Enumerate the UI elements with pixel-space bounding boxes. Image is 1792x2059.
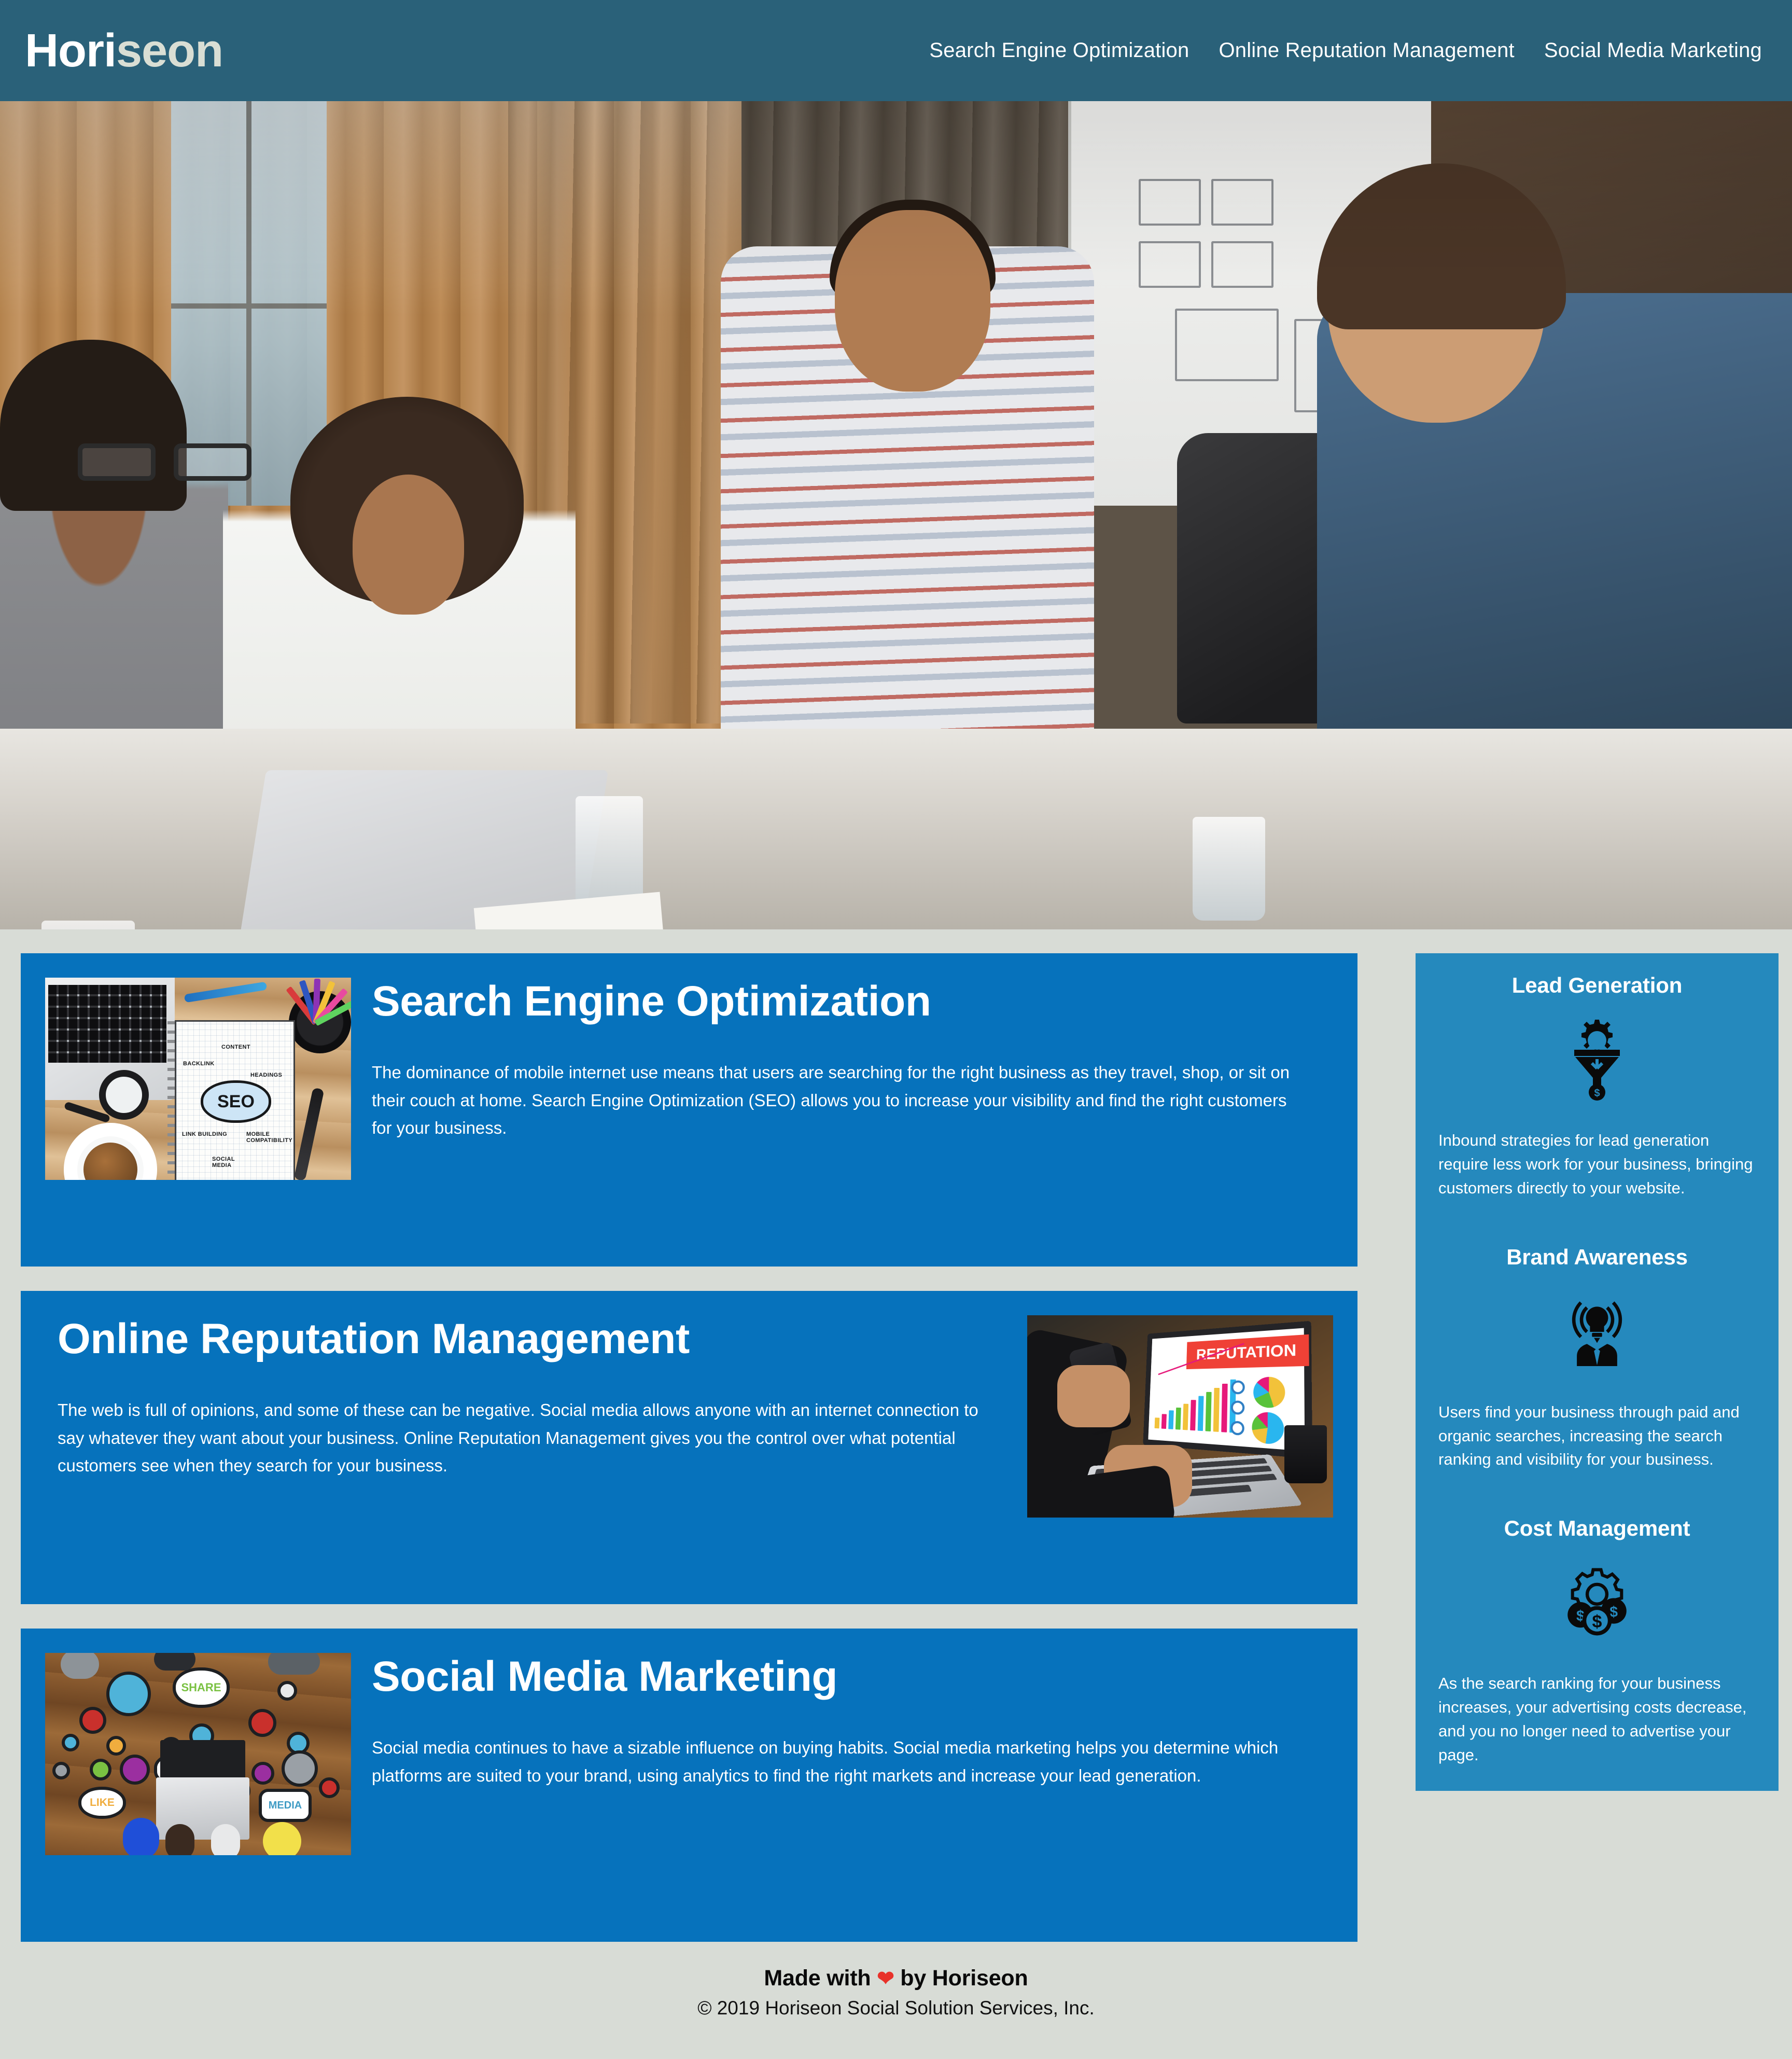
- smm-label-share: SHARE: [173, 1667, 230, 1708]
- page-content: CONTENT BACKLINK HEADINGS LINK BUILDING …: [0, 929, 1792, 1942]
- gear-coins-dollar-icon: $ $ $: [1558, 1550, 1636, 1654]
- logo-primary-text: Hori: [25, 24, 117, 77]
- benefit-card-lead-generation: Lead Generation $ Inbound strategies for…: [1438, 973, 1756, 1200]
- benefit-description-cost-management: As the search ranking for your business …: [1438, 1674, 1747, 1764]
- benefit-card-cost-management: Cost Management $ $ $ As the search rank…: [1438, 1516, 1756, 1767]
- benefit-card-brand-awareness: Brand Awareness Users find your business…: [1438, 1245, 1756, 1472]
- site-header: Horiseon Search Engine Optimization Onli…: [0, 0, 1792, 101]
- reputation-banner-label: REPUTATION: [1186, 1334, 1309, 1370]
- footer-made-suffix: by Horiseon: [894, 1966, 1028, 1991]
- nav-link-search-engine-optimization[interactable]: Search Engine Optimization: [929, 39, 1189, 62]
- seo-label-social-media: SOCIAL MEDIA: [212, 1156, 235, 1168]
- benefits-sidebar: Lead Generation $ Inbound strategies for…: [1416, 953, 1779, 1791]
- hero-image: [0, 101, 1792, 929]
- heart-icon: ❤: [877, 1967, 894, 1990]
- svg-text:$: $: [1592, 1612, 1602, 1632]
- seo-label-seo: SEO: [217, 1091, 255, 1111]
- seo-keyword-bubble: SEO: [201, 1080, 271, 1123]
- svg-text:$: $: [1594, 1088, 1600, 1099]
- footer-made-with-love: Made with ❤ by Horiseon: [0, 1966, 1792, 1991]
- broadcasting-idea-person-icon: [1558, 1279, 1636, 1383]
- site-logo[interactable]: Horiseon: [25, 27, 223, 74]
- service-image-social-media-marketing: SHARE TWEET LIKE MEDIA: [45, 1653, 351, 1855]
- seo-label-mobile-compatibility: MOBILE COMPATIBILITY: [246, 1131, 293, 1144]
- benefit-description-lead-generation: Inbound strategies for lead generation r…: [1438, 1131, 1753, 1197]
- seo-label-content: CONTENT: [221, 1044, 250, 1050]
- service-card-social-media-marketing: SHARE TWEET LIKE MEDIA Social Media Mark…: [21, 1629, 1357, 1942]
- benefit-title-lead-generation: Lead Generation: [1511, 973, 1683, 997]
- service-title-social-media-marketing: Social Media Marketing: [372, 1653, 838, 1700]
- service-card-search-engine-optimization: CONTENT BACKLINK HEADINGS LINK BUILDING …: [21, 953, 1357, 1267]
- primary-navigation: Search Engine Optimization Online Reputa…: [929, 39, 1766, 62]
- service-image-search-engine-optimization: CONTENT BACKLINK HEADINGS LINK BUILDING …: [45, 978, 351, 1180]
- logo-accent-text: seon: [116, 24, 223, 77]
- footer-made-prefix: Made with: [764, 1966, 877, 1991]
- seo-label-link-building: LINK BUILDING: [182, 1131, 228, 1137]
- service-title-online-reputation-management: Online Reputation Management: [58, 1315, 690, 1362]
- hero-banner: [0, 101, 1792, 929]
- benefit-divider-spacer: [1438, 1200, 1756, 1245]
- smm-label-media: MEDIA: [259, 1789, 312, 1822]
- benefit-title-brand-awareness: Brand Awareness: [1506, 1244, 1688, 1269]
- service-description-online-reputation-management: The web is full of opinions, and some of…: [58, 1400, 978, 1476]
- benefit-divider-spacer: [1438, 1471, 1756, 1516]
- funnel-gear-dollar-icon: $: [1558, 1007, 1636, 1111]
- benefit-title-cost-management: Cost Management: [1504, 1516, 1690, 1541]
- nav-link-social-media-marketing[interactable]: Social Media Marketing: [1544, 39, 1762, 62]
- service-card-online-reputation-management: REPUTATION Online Reputation Management …: [21, 1291, 1357, 1604]
- service-image-online-reputation-management: REPUTATION: [1027, 1315, 1333, 1518]
- service-description-search-engine-optimization: The dominance of mobile internet use mea…: [372, 1062, 1290, 1138]
- seo-label-headings: HEADINGS: [250, 1072, 283, 1078]
- benefit-description-brand-awareness: Users find your business through paid an…: [1438, 1402, 1740, 1469]
- smm-label-like: LIKE: [78, 1787, 126, 1819]
- service-description-social-media-marketing: Social media continues to have a sizable…: [372, 1737, 1279, 1785]
- seo-label-backlink: BACKLINK: [183, 1061, 215, 1067]
- services-list: CONTENT BACKLINK HEADINGS LINK BUILDING …: [21, 953, 1357, 1942]
- footer-copyright: © 2019 Horiseon Social Solution Services…: [697, 1997, 1095, 2019]
- site-footer: Made with ❤ by Horiseon © 2019 Horiseon …: [0, 1942, 1792, 2019]
- nav-link-online-reputation-management[interactable]: Online Reputation Management: [1219, 39, 1514, 62]
- service-title-search-engine-optimization: Search Engine Optimization: [372, 978, 931, 1025]
